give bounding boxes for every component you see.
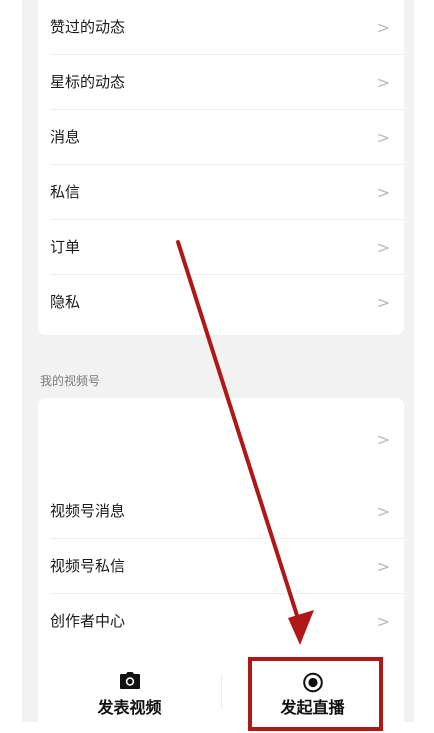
section-title-my-channel: 我的视频号 [40,374,101,388]
chevron-right-icon: > [376,293,390,312]
menu-item-orders[interactable]: 订单 > [38,220,404,275]
channel-profile-row[interactable]: > [38,412,404,467]
activity-menu-card: 赞过的动态 > 星标的动态 > 消息 > 私信 > 订单 > 隐私 > [38,0,404,335]
chevron-right-icon: > [376,612,390,631]
menu-item-label: 星标的动态 [50,73,126,91]
channel-action-bar: 发表视频 发起直播 [38,660,404,722]
menu-item-label: 创作者中心 [50,612,126,630]
settings-page: 赞过的动态 > 星标的动态 > 消息 > 私信 > 订单 > 隐私 > 我的视频… [22,0,414,722]
post-video-button[interactable]: 发表视频 [38,660,221,722]
menu-item-liked-posts[interactable]: 赞过的动态 > [38,0,404,55]
menu-item-messages[interactable]: 消息 > [38,110,404,165]
menu-item-label: 消息 [50,128,81,146]
camera-icon [119,672,140,693]
menu-item-creator-center[interactable]: 创作者中心 > [38,594,404,649]
menu-item-label: 视频号消息 [50,502,126,520]
menu-item-channel-private-messages[interactable]: 视频号私信 > [38,539,404,594]
chevron-right-icon: > [376,183,390,202]
go-live-label: 发起直播 [280,698,345,717]
go-live-button[interactable]: 发起直播 [221,660,404,722]
menu-item-label: 视频号私信 [50,557,126,575]
menu-item-privacy[interactable]: 隐私 > [38,275,404,330]
menu-item-label: 隐私 [50,293,81,311]
chevron-right-icon: > [376,18,390,37]
screen: 赞过的动态 > 星标的动态 > 消息 > 私信 > 订单 > 隐私 > 我的视频… [0,0,434,733]
menu-item-label: 订单 [50,238,81,256]
menu-item-channel-messages[interactable]: 视频号消息 > [38,484,404,539]
post-video-label: 发表视频 [97,698,162,717]
menu-item-private-messages[interactable]: 私信 > [38,165,404,220]
chevron-right-icon: > [376,557,390,576]
channel-menu-card: > 视频号消息 > 视频号私信 > 创作者中心 > 发表视频 发起直播 [38,398,404,722]
chevron-right-icon: > [376,502,390,521]
menu-item-label: 赞过的动态 [50,18,126,36]
chevron-right-icon: > [376,238,390,257]
chevron-right-icon: > [376,128,390,147]
chevron-right-icon: > [376,73,390,92]
chevron-right-icon: > [376,430,390,449]
menu-item-label: 私信 [50,183,81,201]
menu-item-starred-posts[interactable]: 星标的动态 > [38,55,404,110]
